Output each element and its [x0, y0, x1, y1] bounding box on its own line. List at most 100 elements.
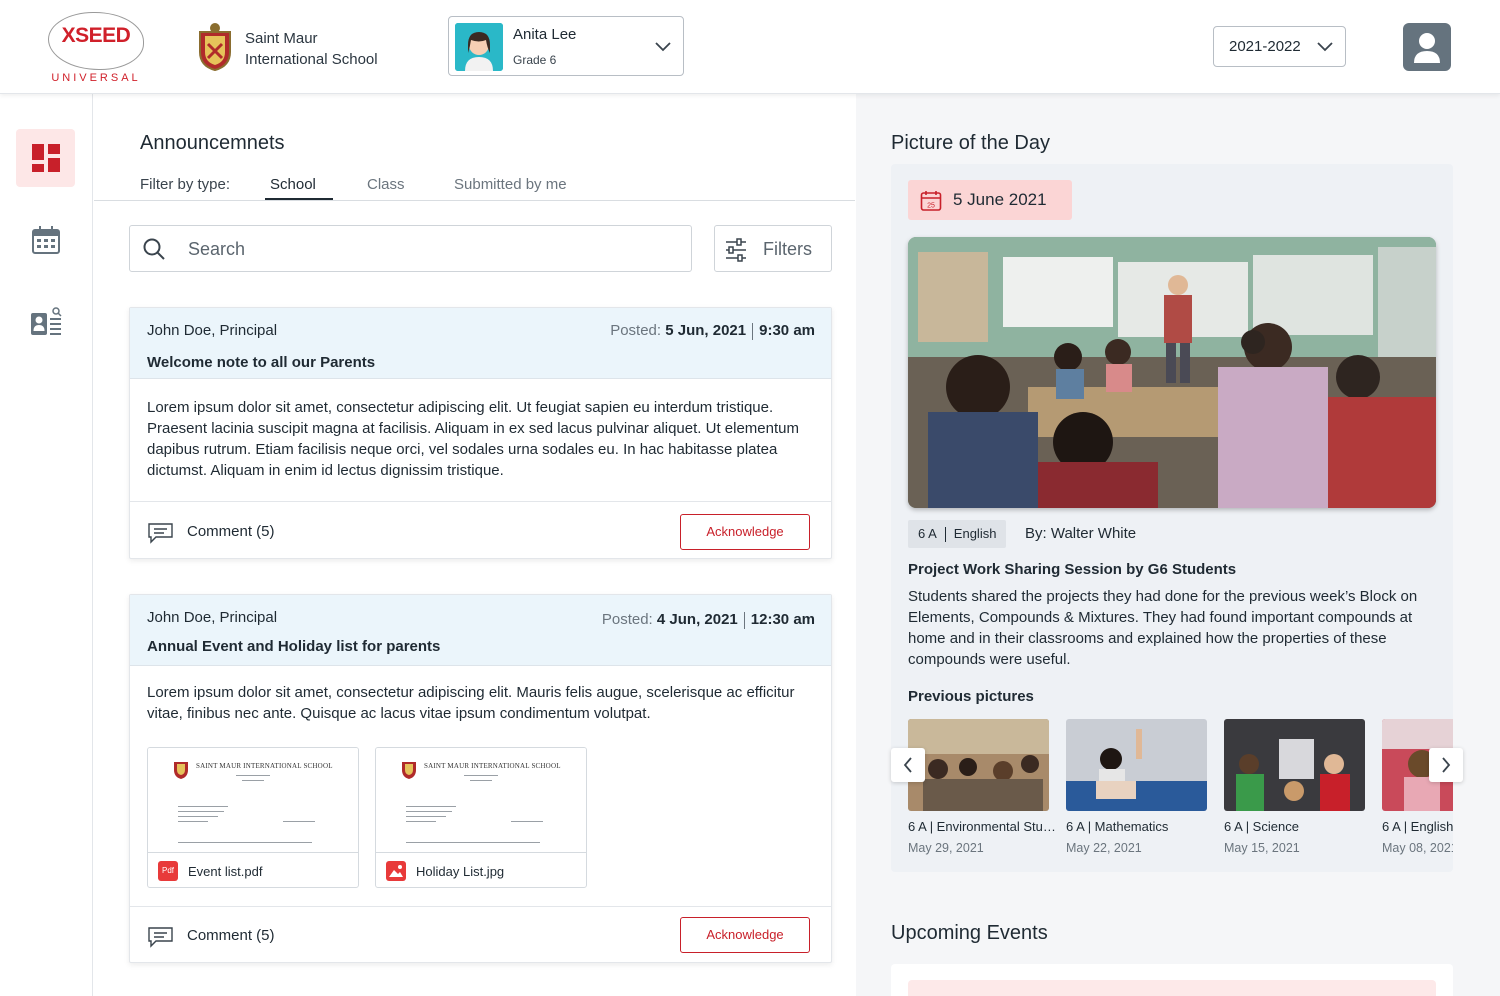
posted-label: Posted: — [601, 611, 653, 628]
student-avatar — [455, 23, 503, 71]
announcement-header: John Doe, Principal Posted: 5 Jun, 2021 9… — [130, 308, 831, 379]
attachment-filename: Holiday List.jpg — [416, 864, 505, 879]
potd-class-subject-tag: 6 A English — [908, 520, 1007, 548]
carousel-prev-button[interactable] — [891, 748, 925, 782]
chevron-down-icon — [1317, 39, 1333, 58]
previous-picture-date: May 22, 2021 — [1066, 841, 1142, 855]
attachment-preview: SAINT MAUR INTERNATIONAL SCHOOL — [376, 748, 586, 853]
comment-count: Comment (5) — [187, 927, 275, 944]
school-name-line1: Saint Maur — [245, 30, 318, 47]
announcement-posted: Posted: 4 Jun, 2021 12:30 am — [602, 611, 815, 629]
picture-of-the-day-title: Picture of the Day — [891, 132, 1050, 154]
attachment-preview: SAINT MAUR INTERNATIONAL SCHOOL — [148, 748, 358, 853]
previous-picture-thumbnail — [908, 719, 1049, 811]
acknowledge-button[interactable]: Acknowledge — [680, 514, 810, 550]
previous-picture-caption: 6 A | Environmental Studies — [908, 819, 1058, 834]
potd-photo[interactable] — [908, 237, 1436, 508]
school-crest-icon — [402, 762, 416, 779]
student-selector[interactable]: Anita Lee Grade 6 — [448, 16, 684, 76]
potd-author: By: Walter White — [1025, 525, 1137, 542]
acknowledge-button[interactable]: Acknowledge — [680, 917, 810, 953]
announcement-author: John Doe, Principal — [147, 609, 278, 626]
comment-icon — [147, 522, 174, 548]
posted-date: 5 Jun, 2021 — [665, 322, 747, 339]
announcements-title: Announcemnets — [140, 132, 285, 154]
right-panel: Picture of the Day 25 5 June 2021 6 A En… — [856, 94, 1500, 996]
doc-header-text: SAINT MAUR INTERNATIONAL SCHOOL — [196, 762, 333, 770]
potd-date-chip: 25 5 June 2021 — [908, 180, 1072, 220]
tab-submitted-by-me[interactable]: Submitted by me — [454, 176, 567, 193]
previous-pictures-carousel: 6 A | Environmental Studies May 29, 2021… — [908, 719, 1453, 859]
picture-of-the-day-card: 25 5 June 2021 6 A English By: Walter Wh… — [891, 164, 1463, 872]
announcement-author: John Doe, Principal — [147, 322, 278, 339]
sidebar-item-reports[interactable] — [16, 293, 75, 351]
posted-time: 12:30 am — [750, 611, 815, 628]
upcoming-events-title: Upcoming Events — [891, 922, 1048, 944]
tabs-divider — [94, 200, 855, 201]
doc-header-text: SAINT MAUR INTERNATIONAL SCHOOL — [424, 762, 561, 770]
school-crest-icon — [174, 762, 188, 779]
report-card-icon — [30, 307, 62, 335]
sidebar — [0, 94, 93, 996]
student-name: Anita Lee — [513, 26, 577, 43]
announcements-panel: Announcemnets Filter by type: School Cla… — [94, 94, 855, 996]
school-name-line2: International School — [245, 51, 378, 68]
chevron-left-icon — [903, 757, 912, 773]
potd-heading: Project Work Sharing Session by G6 Stude… — [908, 561, 1237, 578]
potd-date: 5 June 2021 — [953, 190, 1047, 209]
user-profile-button[interactable] — [1403, 23, 1451, 71]
xseed-logo[interactable]: XSEED UNIVERSAL — [44, 10, 148, 86]
search-placeholder: Search — [188, 239, 246, 259]
announcement-body: Lorem ipsum dolor sit amet, consectetur … — [147, 684, 795, 722]
previous-picture-caption: 6 A | Science — [1224, 819, 1299, 834]
card-divider — [130, 501, 831, 502]
filter-sliders-icon — [725, 238, 747, 267]
academic-year-value: 2021-2022 — [1229, 38, 1301, 55]
sidebar-item-dashboard[interactable] — [16, 129, 75, 187]
card-divider — [130, 906, 831, 907]
previous-pictures-title: Previous pictures — [908, 688, 1034, 705]
previous-picture-date: May 15, 2021 — [1224, 841, 1300, 855]
potd-grade: 6 A — [918, 526, 937, 541]
user-icon — [1414, 33, 1440, 63]
top-header: XSEED UNIVERSAL Saint Maur International… — [0, 0, 1500, 94]
dashboard-icon — [31, 144, 60, 172]
sidebar-item-calendar[interactable] — [16, 211, 75, 269]
previous-picture-date: May 29, 2021 — [908, 841, 984, 855]
announcement-card: John Doe, Principal Posted: 5 Jun, 2021 9… — [129, 307, 832, 559]
comment-icon — [147, 926, 174, 952]
search-input[interactable]: Search — [129, 225, 692, 272]
tab-school[interactable]: School — [270, 176, 316, 193]
logo-subtext: UNIVERSAL — [51, 72, 141, 84]
attachment-event-list[interactable]: SAINT MAUR INTERNATIONAL SCHOOL Pdf Even… — [147, 747, 359, 888]
carousel-next-button[interactable] — [1429, 748, 1463, 782]
posted-time: 9:30 am — [759, 322, 815, 339]
posted-label: Posted: — [610, 322, 662, 339]
logo-brand-text: XSEED — [61, 24, 131, 47]
announcement-posted: Posted: 5 Jun, 2021 9:30 am — [610, 322, 815, 340]
potd-subject: English — [953, 526, 997, 541]
calendar-date-icon: 25 — [920, 190, 942, 217]
image-file-icon — [386, 861, 406, 881]
academic-year-selector[interactable]: 2021-2022 — [1213, 26, 1346, 67]
chevron-down-icon — [655, 39, 671, 57]
filter-by-type-label: Filter by type: — [140, 176, 231, 193]
attachment-holiday-list[interactable]: SAINT MAUR INTERNATIONAL SCHOOL Holiday … — [375, 747, 587, 888]
filters-button[interactable]: Filters — [714, 225, 832, 272]
announcement-title: Welcome note to all our Parents — [147, 354, 376, 371]
comment-count: Comment (5) — [187, 523, 275, 540]
student-grade: Grade 6 — [513, 53, 557, 67]
posted-date: 4 Jun, 2021 — [656, 611, 738, 628]
announcement-title: Annual Event and Holiday list for parent… — [147, 638, 441, 655]
announcement-body: Lorem ipsum dolor sit amet, consectetur … — [147, 399, 799, 479]
school-crest-icon — [196, 22, 234, 72]
announcement-card: John Doe, Principal Posted: 4 Jun, 2021 1… — [129, 594, 832, 963]
upcoming-event-item[interactable] — [908, 980, 1436, 996]
upcoming-events-card — [891, 964, 1453, 996]
tab-class[interactable]: Class — [367, 176, 405, 193]
chevron-right-icon — [1442, 757, 1451, 773]
previous-picture-caption: 6 A | Mathematics — [1066, 819, 1169, 834]
attachment-filename: Event list.pdf — [188, 864, 263, 879]
search-icon — [142, 237, 166, 266]
previous-picture-date: May 08, 2021 — [1382, 841, 1453, 855]
